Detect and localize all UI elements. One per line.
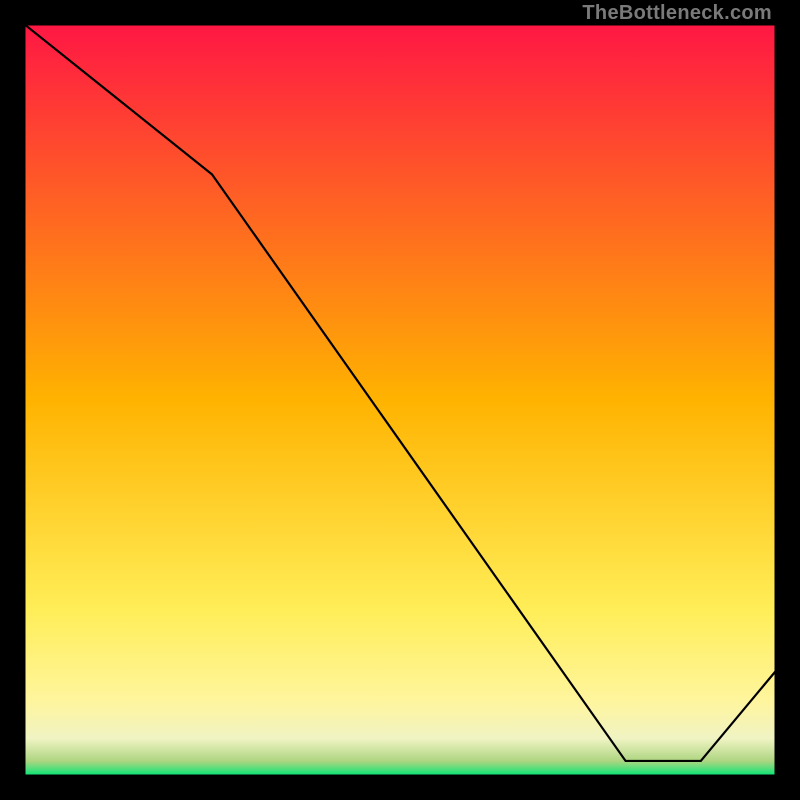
chart-svg bbox=[24, 24, 776, 776]
gradient-background bbox=[24, 24, 776, 776]
watermark-label: TheBottleneck.com bbox=[582, 2, 772, 25]
chart-container: TheBottleneck.com bbox=[0, 0, 800, 800]
plot-area bbox=[24, 24, 776, 776]
